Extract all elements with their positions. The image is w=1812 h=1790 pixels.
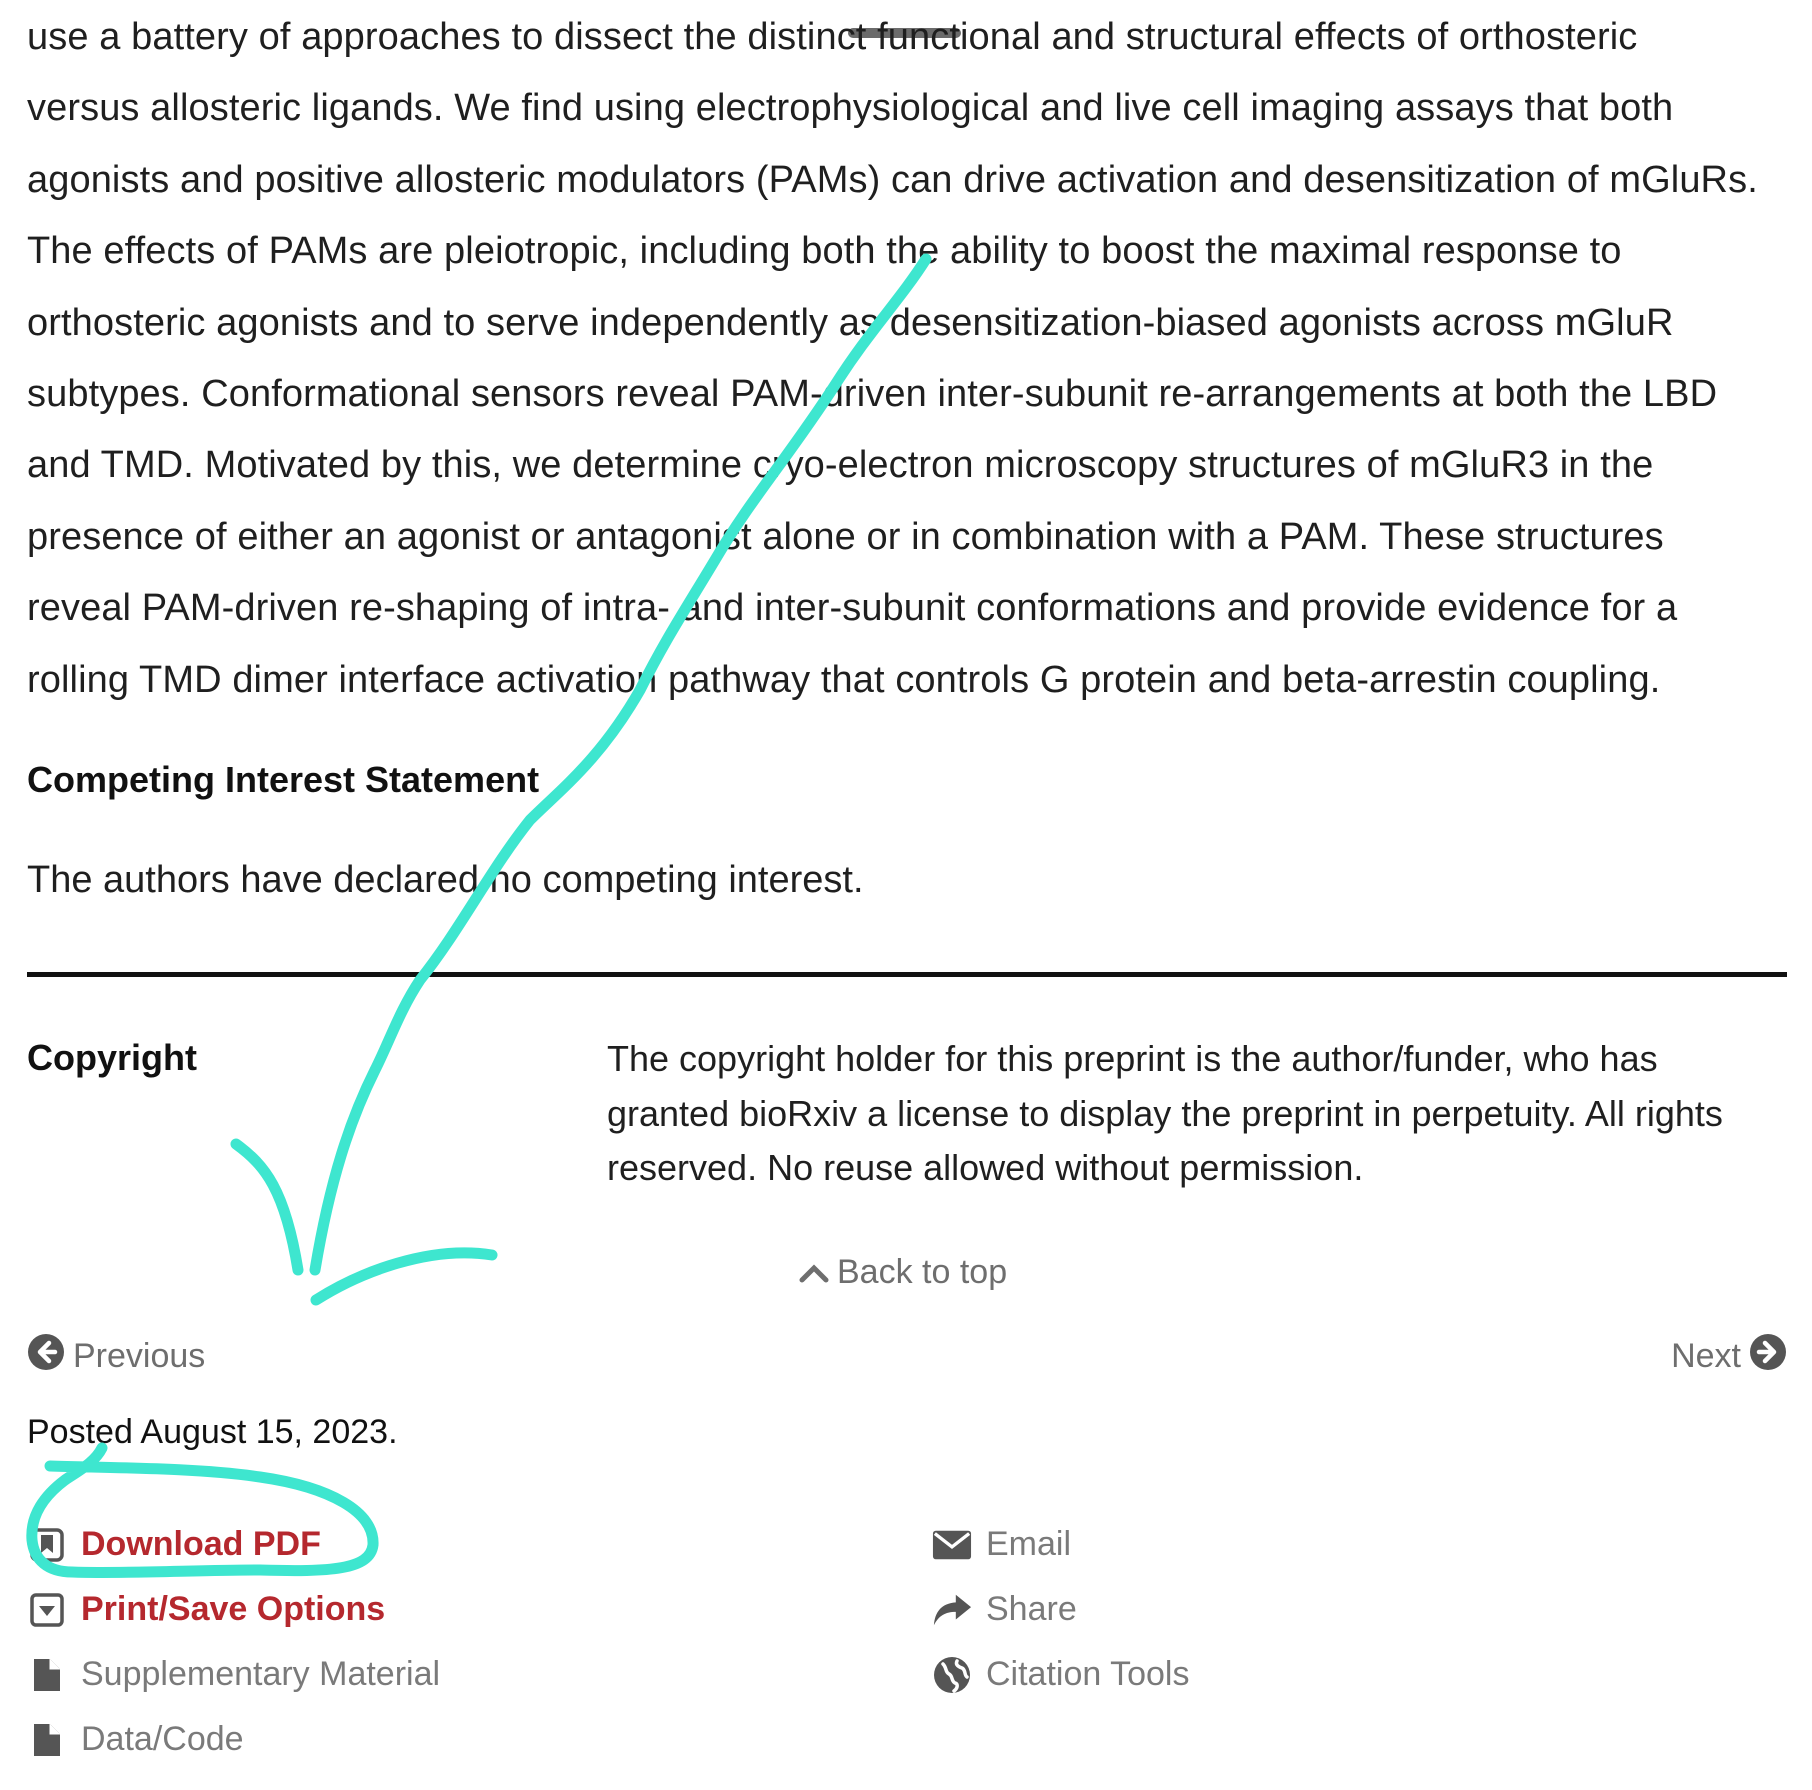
- email-label: Email: [986, 1525, 1072, 1563]
- abstract-line: presence of either an agonist or antagon…: [27, 515, 1664, 558]
- dropdown-box-icon: [27, 1590, 67, 1630]
- supplementary-material-label: Supplementary Material: [81, 1655, 441, 1693]
- bookmark-icon: [27, 1525, 67, 1565]
- annotation-arrow-head-left: [230, 1138, 304, 1276]
- data-code-link[interactable]: Data/Code: [27, 1707, 440, 1772]
- chevron-up-icon: [799, 1253, 829, 1292]
- abstract-line: rolling TMD dimer interface activation p…: [27, 658, 1661, 701]
- email-link[interactable]: Email: [932, 1512, 1190, 1577]
- previous-label: Previous: [73, 1337, 206, 1375]
- file-icon: [27, 1655, 67, 1695]
- posted-date: Posted August 15, 2023.: [27, 1413, 398, 1451]
- globe-icon: [932, 1655, 972, 1695]
- next-label: Next: [1671, 1337, 1741, 1375]
- abstract-line: orthosteric agonists and to serve indepe…: [27, 301, 1674, 344]
- arrow-right-circle-icon: [1749, 1333, 1787, 1380]
- article-page: use a battery of approaches to dissect t…: [27, 0, 1787, 1758]
- competing-interest-text: The authors have declared no competing i…: [27, 859, 864, 901]
- abstract-line: subtypes. Conformational sensors reveal …: [27, 373, 1718, 416]
- abstract-line: and TMD. Motivated by this, we determine…: [27, 444, 1654, 487]
- copyright-label: Copyright: [27, 1037, 197, 1078]
- data-code-label: Data/Code: [81, 1720, 244, 1758]
- abstract-text: use a battery of approaches to dissect t…: [27, 2, 1787, 716]
- copyright-text: The copyright holder for this preprint i…: [607, 1038, 1723, 1188]
- share-label: Share: [986, 1590, 1077, 1628]
- abstract-line: use a battery of approaches to dissect t…: [27, 16, 1638, 58]
- citation-tools-label: Citation Tools: [986, 1655, 1190, 1693]
- back-to-top-link[interactable]: Back to top: [799, 1253, 1007, 1292]
- article-actions-primary: Download PDF Print/Save Options Suppleme…: [27, 1512, 440, 1772]
- article-actions-secondary: Email Share Citation Tools: [932, 1512, 1190, 1707]
- abstract-line: The effects of PAMs are pleiotropic, inc…: [27, 230, 1622, 273]
- next-link[interactable]: Next: [1671, 1333, 1787, 1380]
- supplementary-material-link[interactable]: Supplementary Material: [27, 1642, 440, 1707]
- section-divider: [27, 972, 1787, 977]
- download-pdf-label: Download PDF: [81, 1525, 321, 1563]
- print-save-options-link[interactable]: Print/Save Options: [27, 1577, 440, 1642]
- abstract-line: agonists and positive allosteric modulat…: [27, 158, 1758, 201]
- abstract-line: reveal PAM-driven re-shaping of intra- a…: [27, 587, 1678, 630]
- print-save-options-label: Print/Save Options: [81, 1590, 386, 1628]
- abstract-line: versus allosteric ligands. We find using…: [27, 87, 1674, 130]
- envelope-icon: [932, 1525, 972, 1565]
- file-icon: [27, 1720, 67, 1760]
- citation-tools-link[interactable]: Citation Tools: [932, 1642, 1190, 1707]
- back-to-top-label: Back to top: [837, 1253, 1008, 1291]
- annotation-arrow-head-right: [310, 1247, 498, 1306]
- download-pdf-link[interactable]: Download PDF: [27, 1512, 440, 1577]
- share-link[interactable]: Share: [932, 1577, 1190, 1642]
- share-arrow-icon: [932, 1590, 972, 1630]
- competing-interest-heading: Competing Interest Statement: [27, 759, 540, 800]
- previous-link[interactable]: Previous: [27, 1333, 205, 1380]
- arrow-left-circle-icon: [27, 1333, 65, 1380]
